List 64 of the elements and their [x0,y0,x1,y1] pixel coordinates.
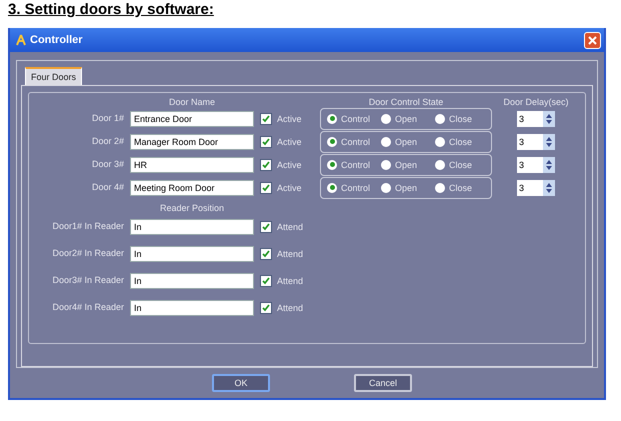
reader-label: Door3# In Reader [52,274,124,287]
section-heading: 3. Setting doors by software: [8,1,214,18]
close-icon [588,36,597,44]
door-name-field[interactable]: HR [130,156,254,172]
window-title: Controller [30,34,84,46]
checkbox[interactable] [260,248,272,260]
number-spinner[interactable]: 3 [517,110,555,126]
radio-button[interactable]: Open [381,114,425,124]
radio-button[interactable]: Open [381,160,425,170]
spinner-icon[interactable] [543,156,555,172]
close-button[interactable] [584,32,601,48]
door-name-field[interactable]: Entrance Door [130,110,254,126]
radio-button[interactable]: Control [327,114,371,124]
checkbox-label: Active [277,182,302,192]
radio-button[interactable]: Open [381,136,425,146]
column-header: Door Control State [368,97,444,107]
number-spinner[interactable]: 3 [517,180,555,196]
reader-position-field[interactable]: In [130,300,254,316]
checkbox[interactable] [260,302,272,314]
checkbox-label: Attend [277,248,304,258]
checkbox[interactable] [260,220,272,232]
radio-button[interactable]: Control [327,136,371,146]
checkbox-label: Attend [277,222,304,232]
checkbox[interactable] [260,274,272,286]
door-label: Door 4# [92,181,124,194]
checkbox[interactable] [260,158,272,170]
radio-button[interactable]: Close [435,136,479,146]
checkbox-label: Attend [277,302,304,312]
reader-position-field[interactable]: In [130,246,254,262]
checkbox[interactable] [260,136,272,148]
checkbox-label: Active [277,114,302,124]
tab[interactable]: Four Doors [25,67,82,85]
checkbox-label: Active [277,136,302,146]
reader-position-field[interactable]: In [130,272,254,288]
spinner-icon[interactable] [543,110,555,126]
reader-label: Door1# In Reader [52,220,124,233]
number-spinner[interactable]: 3 [517,134,555,150]
cancel-button[interactable]: Cancel [354,374,412,392]
radio-button[interactable]: Control [327,160,371,170]
radio-button[interactable]: Close [435,160,479,170]
column-header: Door Delay(sec) [502,97,570,107]
door-label: Door 2# [92,135,124,148]
app-icon [16,34,26,46]
door-name-field[interactable]: Manager Room Door [130,134,254,150]
column-header: Reader Position [158,202,226,213]
reader-label: Door2# In Reader [52,247,124,260]
radio-button[interactable]: Control [327,182,371,192]
door-label: Door 3# [92,158,124,171]
spinner-icon[interactable] [543,134,555,150]
reader-position-field[interactable]: In [130,218,254,234]
door-name-field[interactable]: Meeting Room Door [130,180,254,196]
door-label: Door 1# [92,112,124,125]
checkbox[interactable] [260,112,272,124]
checkbox[interactable] [260,182,272,194]
spinner-icon[interactable] [543,180,555,196]
radio-button[interactable]: Open [381,182,425,192]
ok-button[interactable]: OK [212,374,270,392]
reader-label: Door4# In Reader [52,301,124,314]
number-spinner[interactable]: 3 [517,156,555,172]
radio-button[interactable]: Close [435,114,479,124]
column-header: Door Name [168,97,216,107]
radio-button[interactable]: Close [435,182,479,192]
checkbox-label: Active [277,160,302,170]
checkbox-label: Attend [277,276,304,286]
